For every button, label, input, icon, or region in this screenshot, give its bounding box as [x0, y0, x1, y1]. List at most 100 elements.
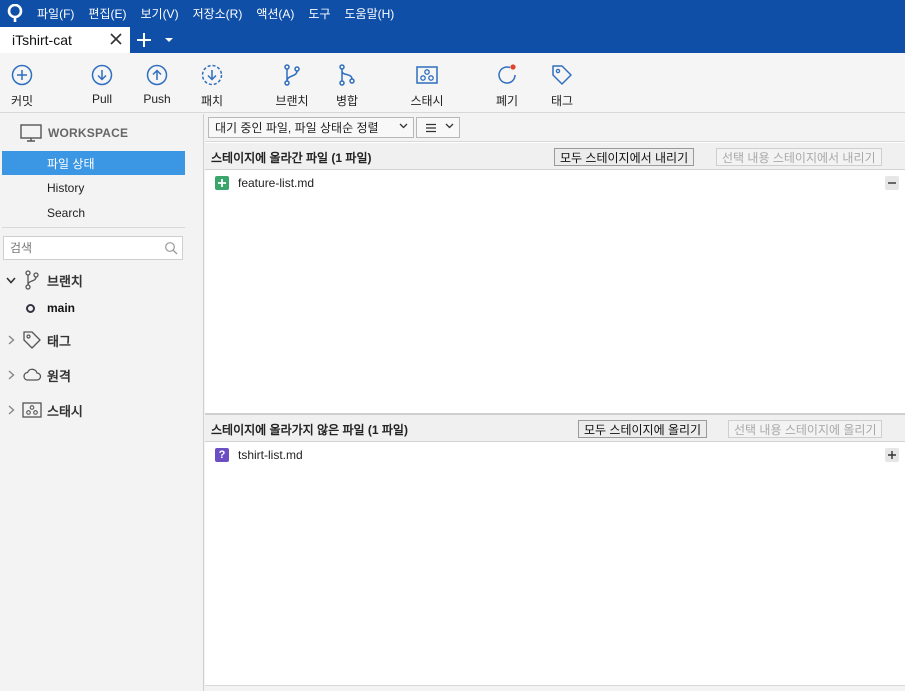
fetch-icon — [201, 64, 223, 86]
pull-label: Pull — [91, 92, 112, 106]
toolbar: 커밋 Pull Push 패치 브랜치 병합 스태시 폐기 태그 — [0, 53, 905, 113]
add-tab-button[interactable] — [130, 27, 158, 53]
tree-label-tags: 태그 — [47, 333, 71, 349]
commit-button[interactable]: 커밋 — [0, 63, 47, 109]
unstaged-files-header: 스테이지에 올라가지 않은 파일 (1 파일) 모두 스테이지에 올리기 선택 … — [205, 415, 905, 442]
sidebar-divider — [2, 227, 185, 228]
current-branch-icon — [26, 303, 35, 313]
unstage-file-button[interactable] — [885, 176, 899, 190]
sidebar-item-history[interactable]: History — [2, 176, 185, 200]
fetch-label: 패치 — [200, 94, 224, 108]
menu-help[interactable]: 도움말(H) — [338, 5, 402, 22]
stage-all-button[interactable]: 모두 스테이지에 올리기 — [578, 420, 708, 438]
branch-item-main[interactable]: main — [26, 300, 75, 316]
unstaged-file-name: tshirt-list.md — [238, 448, 303, 462]
push-label: Push — [143, 92, 171, 106]
unstaged-files-title: 스테이지에 올라가지 않은 파일 (1 파일) — [211, 423, 408, 437]
tree-label-stashes: 스태시 — [47, 403, 83, 419]
pull-icon — [91, 64, 113, 86]
sidebar-search-input[interactable] — [10, 241, 160, 255]
staged-file-name: feature-list.md — [238, 176, 315, 190]
menu-tools[interactable]: 도구 — [301, 5, 337, 22]
discard-icon — [498, 64, 516, 84]
minus-icon — [888, 182, 896, 184]
unstaged-file-row[interactable]: ? tshirt-list.md — [205, 443, 905, 467]
monitor-icon — [20, 124, 42, 142]
workspace-header: WORKSPACE — [20, 124, 128, 142]
commit-icon — [11, 64, 33, 86]
sidebar: WORKSPACE 파일 상태 History Search 브랜치 main … — [0, 114, 204, 691]
branch-button[interactable]: 브랜치 — [267, 63, 317, 109]
chevron-down-icon[interactable] — [4, 273, 18, 287]
stash-button[interactable]: 스태시 — [402, 63, 452, 109]
tag-button[interactable]: 태그 — [537, 63, 587, 109]
merge-icon — [339, 64, 355, 86]
bottom-edge — [205, 685, 905, 691]
caret-down-icon — [165, 38, 173, 42]
chevron-down-icon — [445, 123, 454, 129]
merge-button[interactable]: 병합 — [322, 63, 372, 109]
file-untracked-icon: ? — [215, 448, 229, 462]
stash-icon — [416, 66, 438, 84]
branch-label: 브랜치 — [275, 94, 309, 108]
tree-label-remotes: 원격 — [47, 368, 71, 384]
stash-icon — [22, 400, 42, 420]
discard-label: 폐기 — [495, 94, 519, 108]
push-icon — [146, 64, 168, 86]
staged-file-row[interactable]: feature-list.md — [205, 171, 905, 195]
tab-repository[interactable]: iTshirt-cat — [0, 27, 130, 53]
branch-icon — [284, 64, 300, 86]
stage-file-button[interactable] — [885, 448, 899, 462]
tab-label: iTshirt-cat — [12, 32, 72, 48]
menu-repository[interactable]: 저장소(R) — [186, 5, 250, 22]
stage-selected-button[interactable]: 선택 내용 스테이지에 올리기 — [728, 420, 883, 438]
sidebar-item-file-status[interactable]: 파일 상태 — [2, 151, 185, 175]
chevron-right-icon[interactable] — [4, 368, 18, 382]
tree-group-branches[interactable]: 브랜치 — [4, 269, 83, 291]
plus-icon — [137, 33, 151, 47]
pull-button[interactable]: Pull — [77, 63, 127, 106]
menu-actions[interactable]: 액션(A) — [249, 5, 301, 22]
unstage-selected-button[interactable]: 선택 내용 스테이지에서 내리기 — [716, 148, 882, 166]
sourcetree-logo-icon — [0, 0, 30, 26]
fetch-button[interactable]: 패치 — [187, 63, 237, 109]
menu-edit[interactable]: 편집(E) — [81, 5, 133, 22]
menu-file[interactable]: 파일(F) — [30, 5, 81, 22]
stash-label: 스태시 — [410, 94, 444, 108]
branch-label-main: main — [47, 301, 76, 315]
menu-bar: 파일(F) 편집(E) 보기(V) 저장소(R) 액션(A) 도구 도움말(H) — [0, 0, 905, 26]
push-button[interactable]: Push — [132, 63, 182, 106]
tab-bar: iTshirt-cat — [0, 26, 905, 53]
chevron-down-icon — [399, 123, 408, 129]
tab-list-dropdown[interactable] — [158, 27, 180, 53]
list-icon — [426, 123, 436, 132]
file-added-icon — [215, 176, 229, 190]
workspace-title: WORKSPACE — [48, 126, 129, 140]
file-filter-dropdown[interactable]: 대기 중인 파일, 파일 상태순 정렬 — [208, 117, 414, 138]
commit-label: 커밋 — [10, 94, 34, 108]
chevron-right-icon[interactable] — [4, 403, 18, 417]
tree-group-remotes[interactable]: 원격 — [4, 364, 71, 386]
tree-label-branches: 브랜치 — [47, 273, 83, 289]
tree-group-tags[interactable]: 태그 — [4, 329, 71, 351]
main-panel: 대기 중인 파일, 파일 상태순 정렬 스테이지에 올라간 파일 (1 파일) … — [205, 114, 905, 691]
tag-icon — [22, 330, 42, 350]
filter-bar: 대기 중인 파일, 파일 상태순 정렬 — [205, 114, 905, 142]
plus-icon — [888, 451, 896, 459]
search-icon — [165, 242, 178, 255]
staged-files-header: 스테이지에 올라간 파일 (1 파일) 모두 스테이지에서 내리기 선택 내용 … — [205, 143, 905, 170]
discard-button[interactable]: 폐기 — [482, 63, 532, 109]
menu-view[interactable]: 보기(V) — [133, 5, 185, 22]
chevron-right-icon[interactable] — [4, 333, 18, 347]
tag-icon — [552, 65, 572, 85]
close-icon[interactable] — [108, 31, 124, 47]
tree-group-stashes[interactable]: 스태시 — [4, 399, 83, 421]
staged-files-title: 스테이지에 올라간 파일 (1 파일) — [211, 151, 372, 165]
sidebar-item-search[interactable]: Search — [2, 201, 185, 225]
branch-icon — [22, 270, 42, 290]
cloud-icon — [22, 365, 42, 385]
sidebar-search-box — [3, 236, 183, 260]
view-mode-dropdown[interactable] — [416, 117, 460, 138]
file-filter-value: 대기 중인 파일, 파일 상태순 정렬 — [215, 121, 379, 135]
unstage-all-button[interactable]: 모두 스테이지에서 내리기 — [554, 148, 695, 166]
